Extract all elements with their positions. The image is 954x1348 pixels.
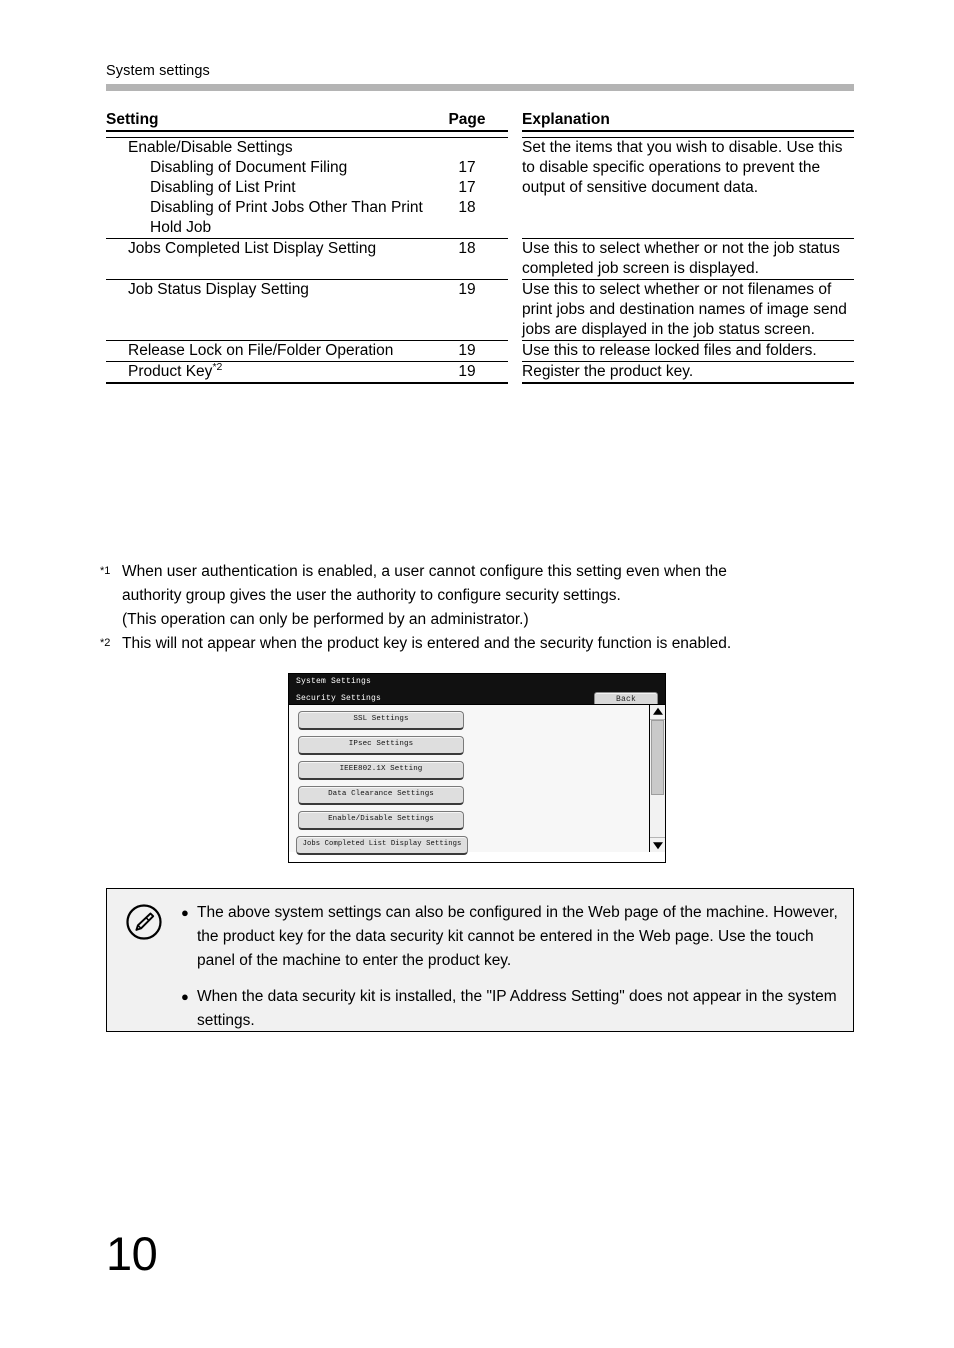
cell-setting: Product Key*2 [106, 362, 426, 383]
table-row: Jobs Completed List Display Setting 18 Use… [106, 239, 854, 280]
cell-page-number: 17 [458, 159, 476, 176]
footnote-text: authority group gives the user the autho… [122, 587, 621, 604]
note-callout-box: ● The above system settings can also be c… [106, 888, 854, 1032]
table-row: Product Key*2 19 Register the product key. [106, 362, 854, 383]
cell-setting: Disabling of Print Jobs Other Than Print… [106, 198, 426, 239]
footnote-marker: *2 [100, 637, 111, 649]
row-separator [106, 382, 854, 385]
running-header-title: System settings [106, 63, 210, 79]
panel-button-list: SSL Settings IPsec Settings IEEE802.1X Set… [296, 711, 468, 861]
table-row: Job Status Display Setting 19 Use this to … [106, 280, 854, 341]
table-row: Enable/Disable Settings Set the items tha… [106, 138, 854, 196]
footnote-line: *2 This will not appear when the product … [100, 632, 860, 656]
column-header-page: Page [448, 111, 486, 128]
footnote-text: This will not appear when the product ke… [122, 635, 732, 652]
settings-table-head: Setting Page Explanation [106, 110, 854, 138]
separator-left [106, 382, 508, 385]
panel-sub-bar: Security Settings Back [289, 690, 665, 709]
panel-scrollbar[interactable] [649, 705, 665, 852]
note-bullet-icon: ● [181, 989, 189, 1004]
cell-page-number: 19 [458, 342, 476, 359]
footnote-marker: *1 [100, 565, 111, 577]
cell-setting: Disabling of Document Filing [106, 158, 426, 178]
setting-label: Disabling of Document Filing [150, 159, 348, 176]
cell-setting: Job Status Display Setting [106, 280, 426, 341]
settings-table-container: Setting Page Explanation Enable/Disable … [106, 110, 854, 385]
page-number: 10 [106, 1227, 158, 1280]
touch-panel-screenshot: System Settings Security Settings Back S… [288, 673, 666, 863]
cell-column-gap [508, 362, 522, 383]
panel-button[interactable]: IPsec Settings [298, 736, 464, 755]
note-item: ● When the data security kit is installed… [181, 985, 839, 1033]
column-gap [508, 110, 522, 131]
setting-label: Disabling of List Print [150, 179, 296, 196]
footnote-text: (This operation can only be performed by… [122, 611, 529, 628]
cell-page-number: 18 [458, 240, 476, 257]
cell-column-gap [508, 138, 522, 239]
footnote-text: When user authentication is enabled, a u… [122, 563, 727, 580]
cell-column-gap [508, 341, 522, 362]
cell-setting: Disabling of List Print [106, 178, 426, 198]
panel-button[interactable]: Jobs Completed List Display Settings [296, 836, 468, 855]
cell-column-gap [508, 280, 522, 341]
column-header-explanation: Explanation [522, 111, 610, 128]
cell-explanation: Use this to release locked files and fol… [522, 342, 817, 359]
note-text: The above system settings can also be co… [197, 904, 838, 969]
note-bullet-icon: ● [181, 905, 189, 920]
cell-setting: Release Lock on File/Folder Operation [106, 341, 426, 362]
panel-button[interactable]: IEEE802.1X Setting [298, 761, 464, 780]
cell-column-gap [508, 239, 522, 280]
cell-page-number: 18 [458, 199, 476, 216]
cell-page-number: 19 [458, 363, 476, 380]
header-rule [106, 84, 854, 91]
cell-page-number: 19 [458, 281, 476, 298]
separator-gap [508, 383, 522, 384]
cell-explanation: Register the product key. [522, 363, 694, 380]
page-running-header: System settings [106, 63, 854, 91]
footnotes-block: *1 When user authentication is enabled, a… [100, 560, 860, 656]
settings-table: Setting Page Explanation Enable/Disable … [106, 110, 854, 385]
panel-title: System Settings [296, 677, 372, 686]
scroll-down-arrow-icon[interactable] [650, 837, 665, 852]
setting-label: Enable/Disable Settings [128, 139, 293, 156]
panel-title-bar: System Settings [289, 674, 665, 690]
cell-setting: Jobs Completed List Display Setting [106, 239, 426, 280]
setting-label: Job Status Display Setting [128, 281, 309, 298]
panel-subtitle: Security Settings [296, 694, 382, 703]
note-item-list: ● The above system settings can also be c… [181, 901, 839, 1033]
separator-right [522, 382, 854, 385]
setting-label: Product Key [128, 363, 213, 380]
table-header-row: Setting Page Explanation [106, 110, 854, 131]
setting-footnote-marker: *2 [212, 360, 223, 373]
panel-button[interactable]: Data Clearance Settings [298, 786, 464, 805]
panel-body: SSL Settings IPsec Settings IEEE802.1X Set… [289, 704, 665, 855]
cell-explanation: Set the items that you wish to disable. … [522, 139, 843, 196]
column-header-setting: Setting [106, 111, 159, 128]
settings-table-body: Enable/Disable Settings Set the items tha… [106, 138, 854, 385]
panel-button[interactable]: Enable/Disable Settings [298, 811, 464, 830]
pencil-note-icon [125, 903, 163, 941]
setting-label: Disabling of Print Jobs Other Than Print… [150, 199, 423, 236]
setting-label: Jobs Completed List Display Setting [128, 240, 377, 257]
cell-explanation: Use this to select whether or not filena… [522, 281, 847, 338]
table-row: Release Lock on File/Folder Operation 19 U… [106, 341, 854, 362]
cell-page-number: 17 [458, 179, 476, 196]
panel-button[interactable]: SSL Settings [298, 711, 464, 730]
scroll-up-arrow-icon[interactable] [650, 705, 665, 720]
scrollbar-thumb[interactable] [651, 720, 664, 795]
setting-label: Release Lock on File/Folder Operation [128, 342, 394, 359]
cell-setting: Enable/Disable Settings [106, 138, 426, 159]
footnote-line: *1 When user authentication is enabled, a… [100, 560, 860, 584]
note-text: When the data security kit is installed,… [197, 988, 837, 1029]
note-item: ● The above system settings can also be c… [181, 901, 839, 973]
cell-page-number [426, 138, 508, 159]
cell-explanation: Use this to select whether or not the jo… [522, 240, 840, 277]
